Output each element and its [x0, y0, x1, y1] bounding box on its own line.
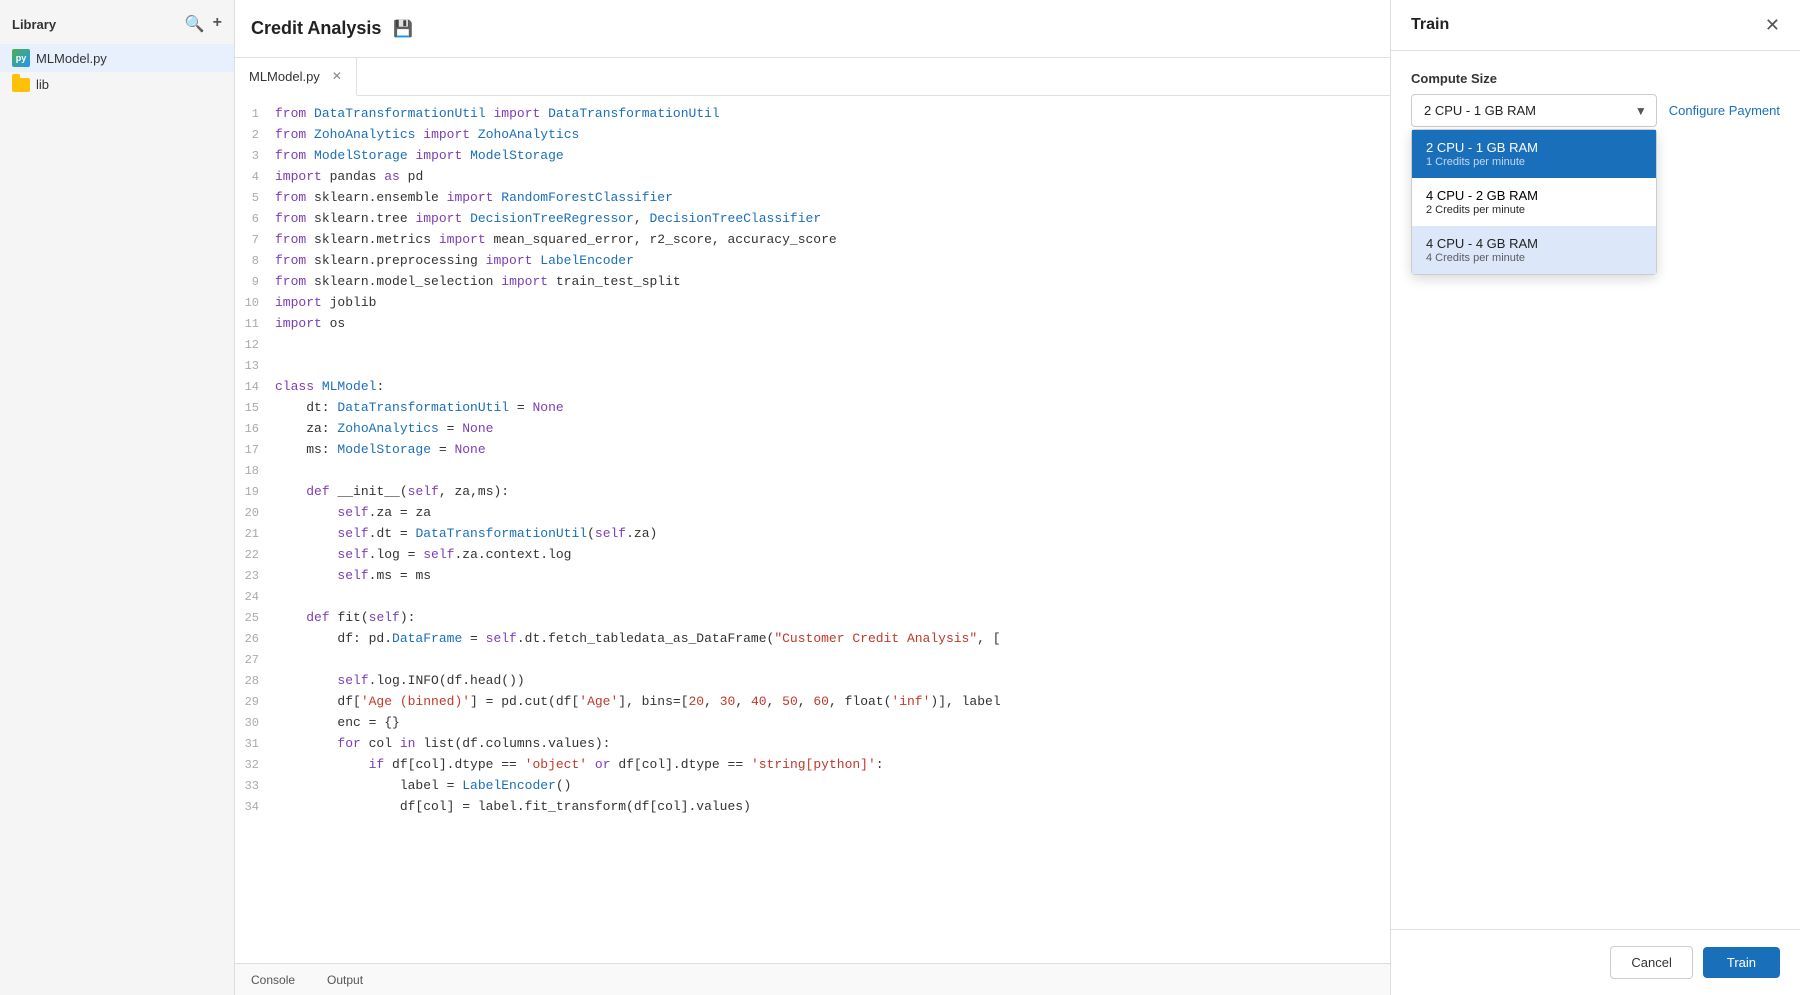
- page-title: Credit Analysis: [251, 18, 381, 39]
- code-line: 2from ZohoAnalytics import ZohoAnalytics: [235, 125, 1390, 146]
- code-line: 6from sklearn.tree import DecisionTreeRe…: [235, 209, 1390, 230]
- code-line: 34 df[col] = label.fit_transform(df[col]…: [235, 797, 1390, 818]
- dropdown-option-2cpu-1gb[interactable]: 2 CPU - 1 GB RAM 1 Credits per minute: [1412, 130, 1656, 178]
- compute-dropdown-wrapper: 2 CPU - 1 GB RAM 4 CPU - 2 GB RAM 4 CPU …: [1411, 94, 1657, 127]
- code-line: 25 def fit(self):: [235, 608, 1390, 629]
- code-line: 31 for col in list(df.columns.values):: [235, 734, 1390, 755]
- sidebar-item-lib[interactable]: lib: [0, 72, 234, 97]
- save-icon[interactable]: 💾: [393, 19, 413, 39]
- tab-close-icon[interactable]: ✕: [332, 69, 342, 83]
- train-button[interactable]: Train: [1703, 947, 1780, 978]
- code-line: 7from sklearn.metrics import mean_square…: [235, 230, 1390, 251]
- tab-label: MLModel.py: [249, 69, 320, 84]
- code-line: 30 enc = {}: [235, 713, 1390, 734]
- sidebar: Library 🔍 + py MLModel.py lib: [0, 0, 235, 995]
- compute-size-select[interactable]: 2 CPU - 1 GB RAM 4 CPU - 2 GB RAM 4 CPU …: [1411, 94, 1657, 127]
- search-icon[interactable]: 🔍: [185, 14, 205, 34]
- train-body: Compute Size 2 CPU - 1 GB RAM 4 CPU - 2 …: [1391, 51, 1800, 929]
- code-line: 23 self.ms = ms: [235, 566, 1390, 587]
- code-line: 8from sklearn.preprocessing import Label…: [235, 251, 1390, 272]
- train-title: Train: [1411, 16, 1449, 34]
- code-line: 12: [235, 335, 1390, 356]
- code-line: 33 label = LabelEncoder(): [235, 776, 1390, 797]
- code-line: 16 za: ZohoAnalytics = None: [235, 419, 1390, 440]
- code-line: 15 dt: DataTransformationUtil = None: [235, 398, 1390, 419]
- sidebar-item-label: lib: [36, 77, 49, 92]
- code-line: 29 df['Age (binned)'] = pd.cut(df['Age']…: [235, 692, 1390, 713]
- sidebar-item-mlmodel[interactable]: py MLModel.py: [0, 44, 234, 72]
- train-footer: Cancel Train: [1391, 929, 1800, 995]
- code-line: 4import pandas as pd: [235, 167, 1390, 188]
- code-line: 9from sklearn.model_selection import tra…: [235, 272, 1390, 293]
- train-header: Train ✕: [1391, 0, 1800, 51]
- folder-icon: [12, 78, 30, 92]
- code-line: 3from ModelStorage import ModelStorage: [235, 146, 1390, 167]
- sidebar-item-label: MLModel.py: [36, 51, 107, 66]
- close-icon[interactable]: ✕: [1765, 16, 1780, 34]
- bottom-tab-console[interactable]: Console: [235, 964, 311, 995]
- code-line: 20 self.za = za: [235, 503, 1390, 524]
- add-icon[interactable]: +: [213, 14, 222, 34]
- sidebar-title: Library: [12, 17, 56, 32]
- option-main-label: 4 CPU - 4 GB RAM: [1426, 236, 1642, 251]
- main-area: Credit Analysis 💾 MLModel.py ✕ 1from Dat…: [235, 0, 1390, 995]
- code-line: 13: [235, 356, 1390, 377]
- code-editor[interactable]: 1from DataTransformationUtil import Data…: [235, 96, 1390, 963]
- cancel-button[interactable]: Cancel: [1610, 946, 1692, 979]
- code-line: 17 ms: ModelStorage = None: [235, 440, 1390, 461]
- console-tab-label: Console: [251, 973, 295, 987]
- compute-size-label: Compute Size: [1411, 71, 1780, 86]
- code-line: 11import os: [235, 314, 1390, 335]
- code-line: 5from sklearn.ensemble import RandomFore…: [235, 188, 1390, 209]
- code-line: 18: [235, 461, 1390, 482]
- tab-mlmodel[interactable]: MLModel.py ✕: [235, 58, 357, 96]
- bottom-tabs: Console Output: [235, 963, 1390, 995]
- bottom-tab-output[interactable]: Output: [311, 964, 379, 995]
- code-line: 10import joblib: [235, 293, 1390, 314]
- tabbar: MLModel.py ✕: [235, 58, 1390, 96]
- topbar: Credit Analysis 💾: [235, 0, 1390, 58]
- option-main-label: 2 CPU - 1 GB RAM: [1426, 140, 1642, 155]
- configure-payment-link[interactable]: Configure Payment: [1669, 103, 1780, 118]
- code-line: 1from DataTransformationUtil import Data…: [235, 104, 1390, 125]
- compute-dropdown-menu: 2 CPU - 1 GB RAM 1 Credits per minute 4 …: [1411, 129, 1657, 275]
- file-icon: py: [12, 49, 30, 67]
- output-tab-label: Output: [327, 973, 363, 987]
- option-main-label: 4 CPU - 2 GB RAM: [1426, 188, 1642, 203]
- code-line: 26 df: pd.DataFrame = self.dt.fetch_tabl…: [235, 629, 1390, 650]
- dropdown-option-4cpu-2gb[interactable]: 4 CPU - 2 GB RAM 2 Credits per minute: [1412, 178, 1656, 226]
- sidebar-header-icons: 🔍 +: [185, 14, 222, 34]
- code-line: 32 if df[col].dtype == 'object' or df[co…: [235, 755, 1390, 776]
- code-line: 28 self.log.INFO(df.head()): [235, 671, 1390, 692]
- train-panel: Train ✕ Compute Size 2 CPU - 1 GB RAM 4 …: [1390, 0, 1800, 995]
- code-line: 22 self.log = self.za.context.log: [235, 545, 1390, 566]
- option-sub-label: 4 Credits per minute: [1426, 252, 1642, 264]
- code-line: 24: [235, 587, 1390, 608]
- option-sub-label: 1 Credits per minute: [1426, 156, 1642, 168]
- sidebar-header: Library 🔍 +: [0, 0, 234, 44]
- code-line: 21 self.dt = DataTransformationUtil(self…: [235, 524, 1390, 545]
- code-line: 19 def __init__(self, za,ms):: [235, 482, 1390, 503]
- compute-row: 2 CPU - 1 GB RAM 4 CPU - 2 GB RAM 4 CPU …: [1411, 94, 1780, 127]
- option-sub-label: 2 Credits per minute: [1426, 204, 1642, 216]
- code-line: 14class MLModel:: [235, 377, 1390, 398]
- code-line: 27: [235, 650, 1390, 671]
- dropdown-option-4cpu-4gb[interactable]: 4 CPU - 4 GB RAM 4 Credits per minute: [1412, 226, 1656, 274]
